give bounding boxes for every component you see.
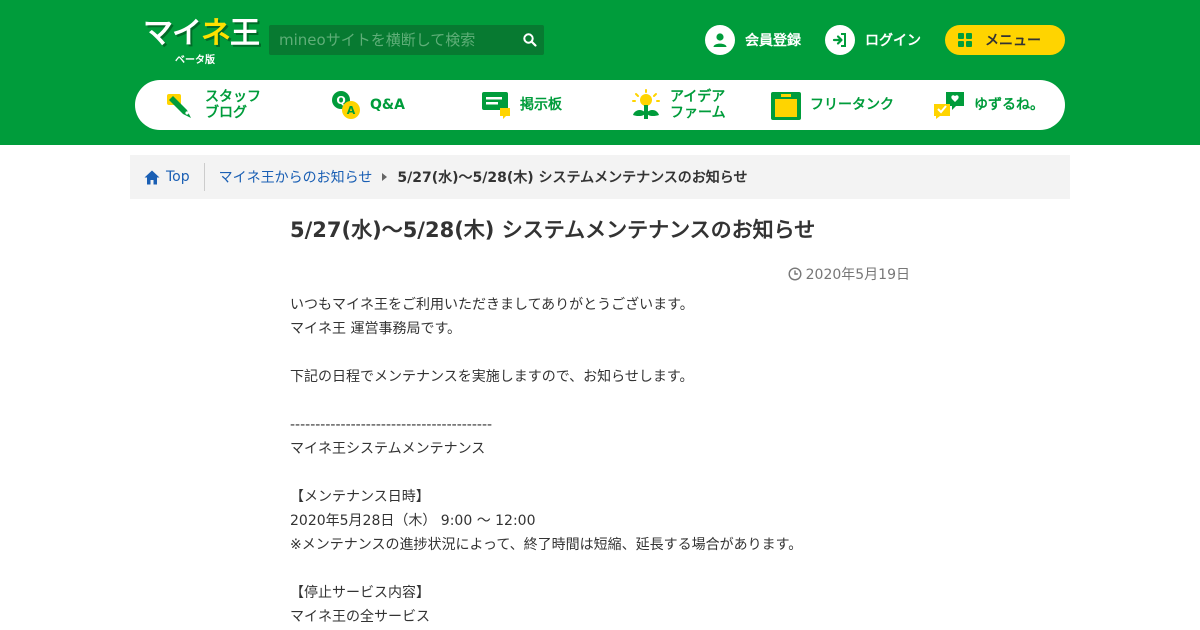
body-line: 2020年5月28日（木） 9:00 ～ 12:00	[290, 513, 536, 529]
nav-item-free-tank[interactable]: フリータンク	[770, 80, 894, 130]
search-icon[interactable]	[522, 32, 538, 48]
nav-item-idea-farm[interactable]: アイデア ファーム	[630, 80, 726, 130]
body-line: マイネ王 運営事務局です。	[290, 321, 462, 337]
body-line	[290, 461, 910, 485]
breadcrumb: Top マイネ王からのお知らせ 5/27(水)～5/28(木) システムメンテナ…	[130, 155, 1070, 199]
nav-label: アイデア ファーム	[670, 89, 726, 121]
body-line: ※メンテナンスの進捗状況によって、終了時間は短縮、延長する場合があります。	[290, 537, 803, 553]
body-line: ----------------------------------------	[290, 417, 493, 433]
body-line: 下記の日程でメンテナンスを実施しますので、お知らせします。	[290, 369, 694, 385]
logo-wordmark: マイネ王	[143, 17, 260, 50]
nav-label: 掲示板	[520, 97, 562, 113]
nav-label: Q&A	[370, 97, 405, 113]
qa-icon: Q A	[332, 91, 360, 119]
post-date: 2020年5月19日	[788, 264, 910, 284]
clock-icon	[788, 267, 802, 281]
post-date-text: 2020年5月19日	[805, 267, 910, 283]
body-line: マイネ王システムメンテナンス	[290, 441, 486, 457]
body-line: マイネ王の全サービス	[290, 609, 430, 625]
service-nav: スタッフ ブログ Q A Q&A 掲示板 アイデア ファーム フリータンク ゆず…	[135, 80, 1065, 130]
nav-item-bulletin-board[interactable]: 掲示板	[480, 80, 562, 130]
chat-bubble-icon	[482, 92, 510, 119]
lightbulb-icon	[632, 89, 660, 119]
user-icon	[705, 25, 735, 55]
body-line	[290, 389, 910, 413]
article: 5/27(水)～5/28(木) システムメンテナンスのお知らせ 2020年5月1…	[290, 215, 910, 625]
site-logo[interactable]: マイネ王 ベータ版	[143, 17, 260, 66]
nav-item-staff-blog[interactable]: スタッフ ブログ	[165, 80, 261, 130]
register-label: 会員登録	[745, 33, 801, 49]
home-icon	[144, 170, 160, 184]
body-line: 【停止サービス内容】	[290, 585, 430, 601]
login-button[interactable]: ログイン	[825, 25, 921, 55]
body-line	[290, 341, 910, 365]
search-input[interactable]	[269, 25, 514, 55]
menu-button[interactable]: メニュー	[945, 25, 1065, 55]
tank-icon	[771, 92, 801, 120]
breadcrumb-home-link[interactable]: Top	[130, 163, 205, 191]
nav-label: スタッフ ブログ	[205, 89, 261, 121]
pen-icon	[167, 94, 191, 118]
site-header: マイネ王 ベータ版 会員登録 ログイン	[0, 0, 1200, 145]
body-line: いつもマイネ王をご利用いただきましてありがとうございます。	[290, 297, 694, 313]
menu-label: メニュー	[985, 33, 1041, 49]
svg-text:A: A	[347, 104, 356, 117]
grid-icon	[958, 33, 972, 47]
nav-label: ゆずるね。	[974, 97, 1044, 113]
nav-item-yuzurune[interactable]: ゆずるね。	[932, 80, 1044, 130]
body-line	[290, 557, 910, 581]
nav-item-qa[interactable]: Q A Q&A	[330, 80, 405, 130]
login-icon	[825, 25, 855, 55]
site-search	[269, 25, 544, 55]
page-title: 5/27(水)～5/28(木) システムメンテナンスのお知らせ	[290, 218, 816, 242]
breadcrumb-home-label: Top	[166, 169, 190, 185]
heart-bubble-icon	[934, 92, 964, 119]
register-button[interactable]: 会員登録	[705, 25, 801, 55]
breadcrumb-separator-icon	[382, 173, 388, 181]
body-line: 【メンテナンス日時】	[290, 489, 430, 505]
breadcrumb-parent-link[interactable]: マイネ王からのお知らせ	[219, 167, 373, 187]
logo-beta-label: ベータ版	[175, 55, 215, 66]
breadcrumb-current: 5/27(水)～5/28(木) システムメンテナンスのお知らせ	[397, 170, 748, 186]
login-label: ログイン	[865, 33, 921, 49]
nav-label: フリータンク	[810, 97, 894, 113]
article-body: いつもマイネ王をご利用いただきましてありがとうございます。 マイネ王 運営事務局…	[290, 293, 910, 629]
